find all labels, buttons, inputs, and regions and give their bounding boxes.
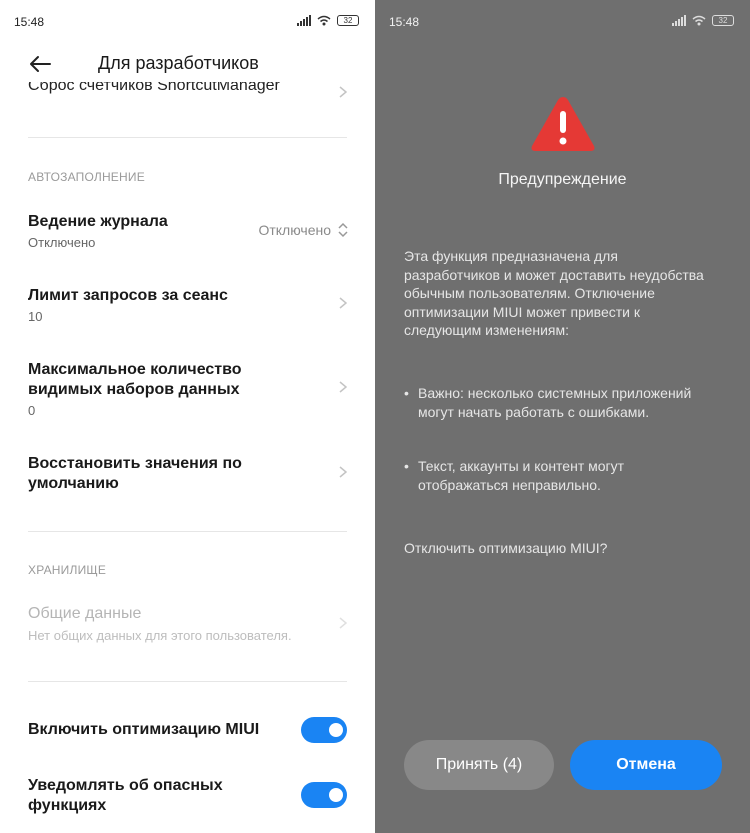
battery-icon: 32 — [712, 15, 734, 26]
status-icons: 32 — [297, 15, 359, 26]
logging-value[interactable]: Отключено — [258, 222, 331, 238]
chevron-right-icon — [339, 617, 347, 629]
shared-data-sub: Нет общих данных для этого пользователя. — [28, 628, 292, 643]
signal-icon — [297, 15, 311, 26]
logging-sub: Отключено — [28, 235, 96, 250]
status-bar: 15:48 32 — [375, 0, 750, 44]
bullet-text: Текст, аккаунты и контент могут отобража… — [418, 458, 625, 493]
miui-optimization-title: Включить оптимизацию MIUI — [28, 721, 260, 738]
signal-icon — [672, 15, 686, 26]
divider — [28, 137, 347, 138]
max-datasets-title: Максимальное количество видимых наборов … — [28, 361, 242, 398]
dialog-question: Отключить оптимизацию MIUI? — [404, 540, 608, 556]
developer-settings-screen: 15:48 32 Для разработчиков Сброс счетчик… — [0, 0, 375, 833]
up-down-chevron-icon — [338, 222, 348, 238]
wifi-icon — [692, 15, 706, 26]
toggle-knob — [329, 723, 343, 737]
danger-notify-toggle[interactable] — [301, 782, 347, 808]
chevron-right-icon — [339, 86, 347, 98]
dialog-bullet: • Текст, аккаунты и контент могут отобра… — [404, 457, 714, 495]
page-title: Для разработчиков — [98, 53, 259, 73]
cancel-button[interactable]: Отмена — [570, 740, 722, 790]
reset-defaults-title: Восстановить значения по умолчанию — [28, 455, 242, 492]
back-arrow-icon[interactable] — [28, 54, 52, 74]
max-datasets-sub: 0 — [28, 403, 36, 418]
toggle-knob — [329, 788, 343, 802]
wifi-icon — [317, 15, 331, 26]
chevron-right-icon — [339, 466, 347, 478]
section-header-autofill: АВТОЗАПОЛНЕНИЕ — [28, 170, 145, 184]
warning-triangle-icon — [531, 97, 595, 151]
bullet-text: Важно: несколько системных приложений мо… — [418, 385, 692, 420]
status-time: 15:48 — [14, 15, 45, 29]
section-header-storage: ХРАНИЛИЩЕ — [28, 563, 107, 577]
request-limit-sub: 10 — [28, 309, 43, 324]
warning-dialog-screen: 15:48 32 Предупреждение Эта функция пред… — [375, 0, 750, 833]
bullet-dot: • — [404, 385, 409, 401]
shared-data-title: Общие данные — [28, 605, 142, 622]
divider — [28, 531, 347, 532]
miui-optimization-toggle[interactable] — [301, 717, 347, 743]
bullet-dot: • — [404, 458, 409, 474]
status-bar: 15:48 32 — [0, 0, 375, 44]
accept-button[interactable]: Принять (4) — [404, 740, 554, 790]
chevron-right-icon — [339, 297, 347, 309]
status-time: 15:48 — [389, 15, 420, 29]
status-icons: 32 — [672, 15, 734, 26]
danger-notify-title: Уведомлять об опасных функциях — [28, 777, 223, 814]
battery-icon: 32 — [337, 15, 359, 26]
shortcut-reset-label: Сброс счетчиков ShortcutManager — [28, 82, 280, 94]
chevron-right-icon — [339, 381, 347, 393]
dialog-bullet: • Важно: несколько системных приложений … — [404, 384, 714, 440]
dialog-body: Эта функция предназначена для разработчи… — [404, 248, 704, 338]
divider — [28, 681, 347, 682]
request-limit-title: Лимит запросов за сеанс — [28, 287, 228, 304]
shortcut-reset-item[interactable]: Сброс счетчиков ShortcutManager — [28, 82, 280, 98]
dialog-title: Предупреждение — [498, 171, 627, 188]
app-header: Для разработчиков — [0, 44, 375, 84]
